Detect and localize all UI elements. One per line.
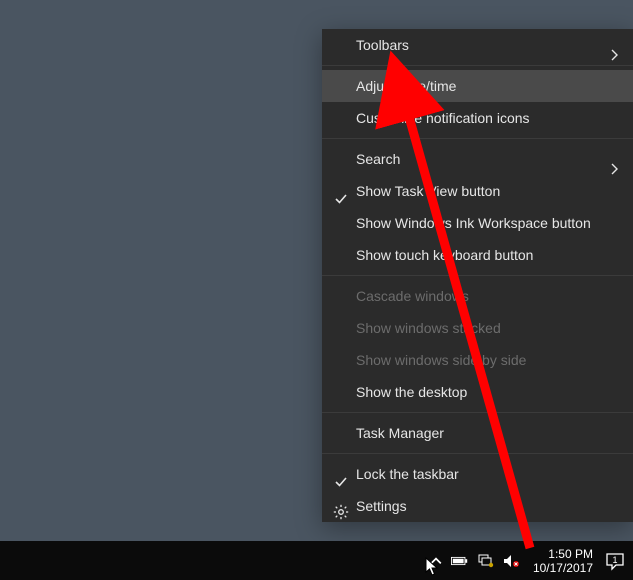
menu-item-show-windows-stacked: Show windows stacked (322, 312, 633, 344)
menu-item-label: Show Task View button (356, 183, 500, 199)
menu-item-label: Show windows stacked (356, 320, 501, 336)
tray-overflow-icon[interactable] (429, 554, 443, 568)
menu-item-label: Settings (356, 498, 407, 514)
check-icon (334, 185, 348, 199)
menu-separator (322, 65, 633, 66)
menu-item-show-the-desktop[interactable]: Show the desktop (322, 376, 633, 408)
menu-item-show-windows-ink-workspace-button[interactable]: Show Windows Ink Workspace button (322, 207, 633, 239)
taskbar-clock[interactable]: 1:50 PM 10/17/2017 (533, 547, 593, 575)
menu-separator (322, 138, 633, 139)
taskbar[interactable]: 1:50 PM 10/17/2017 1 (0, 541, 633, 580)
clock-time: 1:50 PM (533, 547, 593, 561)
menu-separator (322, 412, 633, 413)
system-tray: 1:50 PM 10/17/2017 1 (425, 541, 633, 580)
menu-item-toolbars[interactable]: Toolbars (322, 29, 633, 61)
menu-item-settings[interactable]: Settings (322, 490, 633, 522)
menu-item-show-windows-side-by-side: Show windows side by side (322, 344, 633, 376)
menu-item-label: Show the desktop (356, 384, 467, 400)
menu-item-label: Search (356, 151, 400, 167)
taskbar-context-menu: Toolbars Adjust date/time Customize notifi… (322, 29, 633, 522)
menu-item-label: Adjust date/time (356, 78, 456, 94)
menu-item-label: Show windows side by side (356, 352, 526, 368)
volume-icon[interactable] (503, 552, 521, 570)
menu-item-show-touch-keyboard-button[interactable]: Show touch keyboard button (322, 239, 633, 271)
menu-item-lock-the-taskbar[interactable]: Lock the taskbar (322, 458, 633, 490)
check-icon (334, 468, 348, 482)
chevron-right-icon (611, 154, 619, 166)
menu-item-adjust-date-time[interactable]: Adjust date/time (322, 70, 633, 102)
menu-item-label: Show Windows Ink Workspace button (356, 215, 591, 231)
menu-item-label: Cascade windows (356, 288, 469, 304)
clock-date: 10/17/2017 (533, 561, 593, 575)
menu-item-label: Show touch keyboard button (356, 247, 533, 263)
menu-item-task-manager[interactable]: Task Manager (322, 417, 633, 449)
menu-item-label: Task Manager (356, 425, 444, 441)
svg-text:1: 1 (612, 555, 617, 565)
menu-separator (322, 453, 633, 454)
action-center-icon[interactable]: 1 (603, 549, 627, 573)
battery-icon[interactable] (451, 552, 469, 570)
menu-item-cascade-windows: Cascade windows (322, 280, 633, 312)
menu-separator (322, 275, 633, 276)
gear-icon (333, 499, 349, 515)
menu-item-show-task-view-button[interactable]: Show Task View button (322, 175, 633, 207)
menu-item-label: Toolbars (356, 37, 409, 53)
network-icon[interactable] (477, 552, 495, 570)
menu-item-label: Lock the taskbar (356, 466, 459, 482)
chevron-right-icon (611, 40, 619, 52)
menu-item-label: Customize notification icons (356, 110, 530, 126)
menu-item-search[interactable]: Search (322, 143, 633, 175)
menu-item-customize-notification-icons[interactable]: Customize notification icons (322, 102, 633, 134)
